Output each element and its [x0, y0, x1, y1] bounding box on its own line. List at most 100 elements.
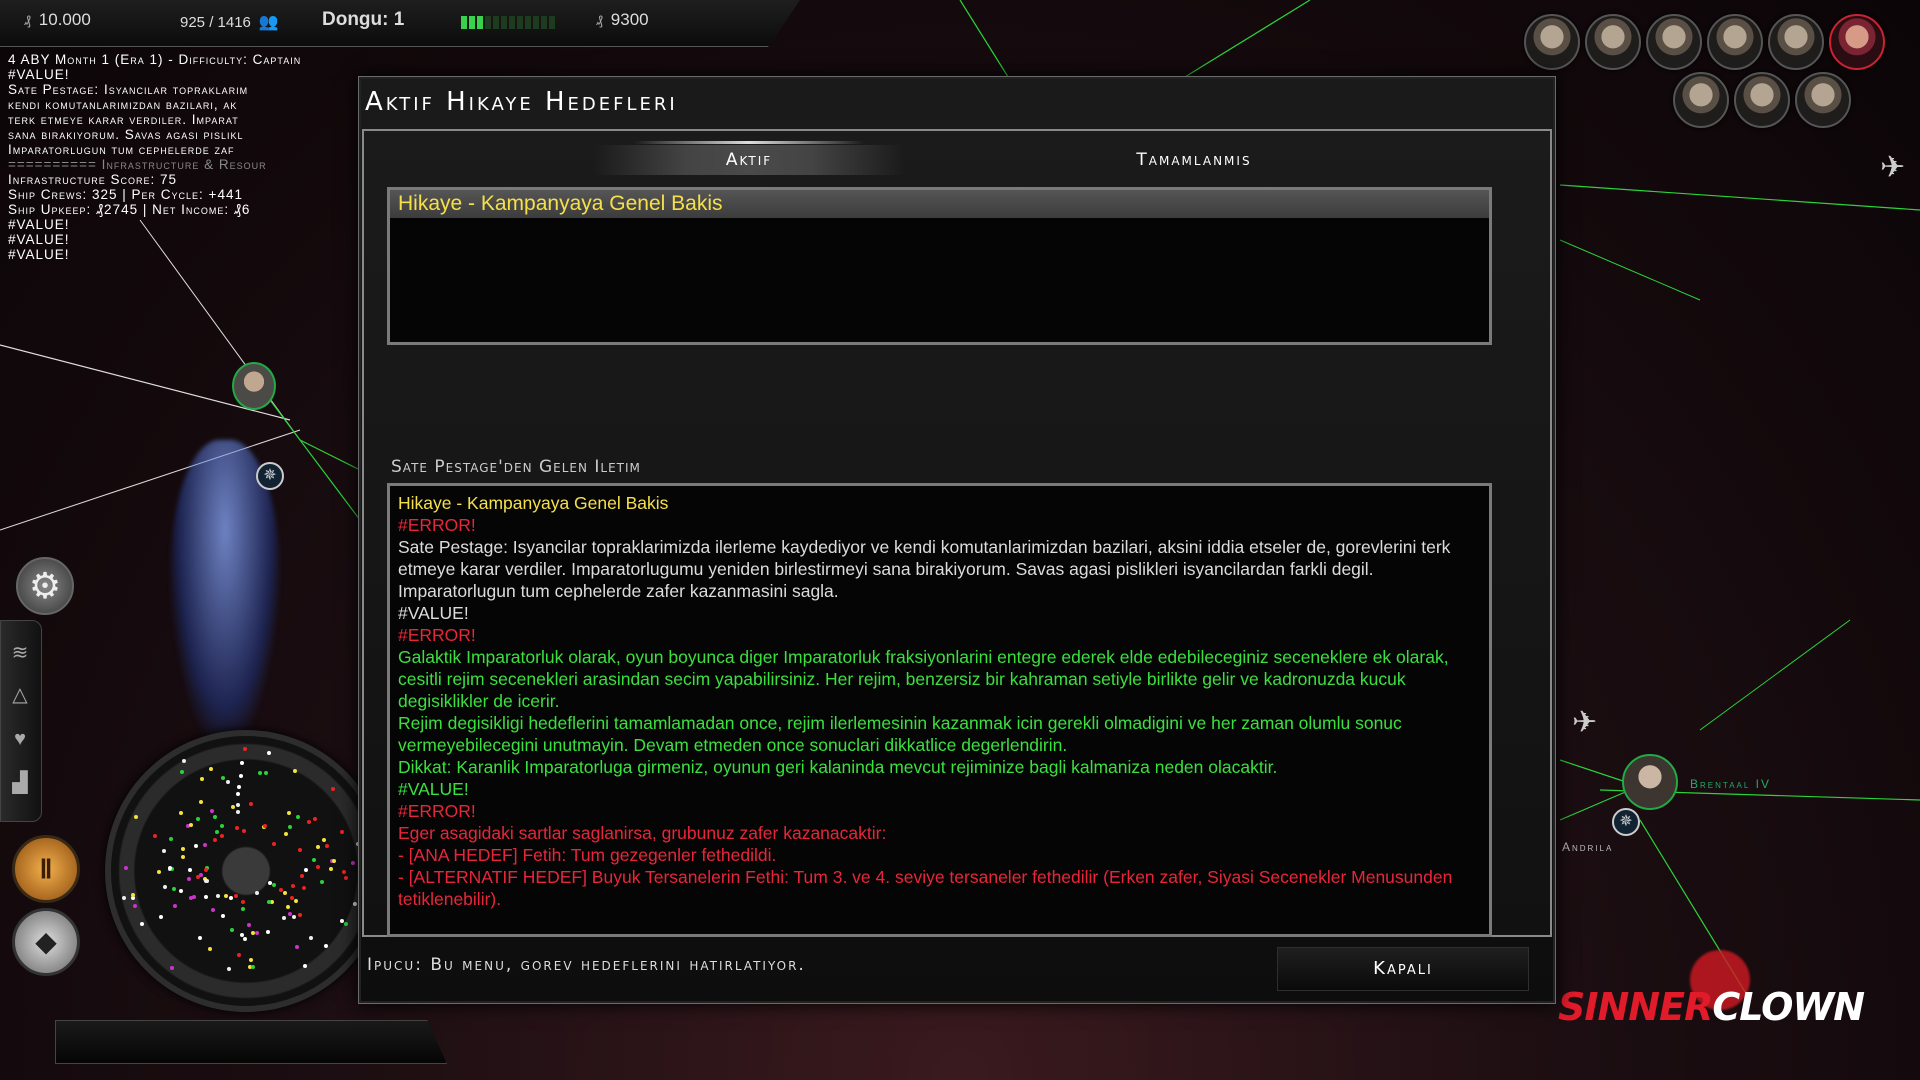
layers-icon[interactable]: ≋	[8, 641, 32, 665]
bottom-info-bar	[55, 1020, 447, 1064]
message-line: #ERROR!	[398, 515, 476, 535]
triangle-icon[interactable]: △	[8, 683, 32, 707]
message-line: #VALUE!	[398, 779, 469, 799]
minimap-planet-dot	[330, 786, 335, 791]
minimap-planet-dot	[181, 847, 186, 852]
minimap-planet-dot	[309, 936, 314, 941]
settings-gear-icon[interactable]: ⚙	[16, 557, 74, 615]
planet-label-andrila[interactable]: Andrila	[1562, 840, 1613, 854]
minimap-planet-dot	[300, 874, 305, 879]
objectives-list: Hikaye - Kampanyaya Genel Bakis	[387, 187, 1492, 345]
minimap-planet-dot	[235, 803, 240, 808]
fleet-ship-icon[interactable]: ✈	[1572, 705, 1597, 740]
minimap-planet-dot	[205, 878, 210, 883]
minimap-planet-dot	[188, 822, 193, 827]
hero-portrait[interactable]	[1673, 72, 1729, 128]
minimap-planet-dot	[203, 895, 208, 900]
tab-active[interactable]: Aktif	[594, 141, 904, 175]
minimap-planet-dot	[236, 784, 241, 789]
minimap-planet-dot	[323, 944, 328, 949]
minimap-planet-dot	[293, 768, 298, 773]
minimap-planet-dot	[282, 890, 287, 895]
minimap-planet-dot	[298, 912, 303, 917]
faction-emblem-button[interactable]: Ⅱ	[12, 835, 80, 903]
minimap-planet-dot	[220, 914, 225, 919]
fleet-ship-icon[interactable]: ✈	[1880, 150, 1905, 185]
message-line: Galaktik Imparatorluk olarak, oyun boyun…	[398, 647, 1449, 711]
minimap-planet-dot	[207, 947, 212, 952]
minimap-planet-dot	[180, 854, 185, 859]
minimap-planet-dot	[199, 800, 204, 805]
minimap-planet-dot	[322, 837, 327, 842]
minimap-planet-dot	[286, 904, 291, 909]
minimap-planet-dot	[249, 802, 254, 807]
minimap-planet-dot	[344, 875, 349, 880]
minimap-planet-dot	[255, 891, 260, 896]
production-segment	[509, 16, 515, 29]
minimap-planet-dot	[248, 958, 253, 963]
minimap-planet-dot	[187, 876, 192, 881]
minimap-planet-dot	[169, 965, 174, 970]
minimap-planet-dot	[328, 867, 333, 872]
log-line: Infrastructure Score: 75	[8, 172, 178, 187]
minimap-planet-dot	[287, 824, 292, 829]
imperial-emblem-icon[interactable]: ✵	[256, 462, 284, 490]
commander-icon[interactable]	[232, 362, 276, 410]
hero-portrait[interactable]	[1707, 14, 1763, 70]
minimap-planet-dot	[221, 776, 226, 781]
minimap-planet-dot	[298, 848, 303, 853]
stats-icon[interactable]: ▟	[8, 771, 32, 795]
tab-completed[interactable]: Tamamlanmis	[1004, 145, 1384, 175]
minimap-planet-dot	[267, 899, 272, 904]
build-menu-button[interactable]: ◆	[12, 908, 80, 976]
hero-portraits	[1520, 14, 1885, 129]
objective-item[interactable]: Hikaye - Kampanyaya Genel Bakis	[390, 190, 1489, 218]
income-display: ₰ 9300	[596, 10, 649, 30]
minimap-planet-dot	[178, 811, 183, 816]
minimap-planet-dot	[189, 896, 194, 901]
message-line: Dikkat: Karanlik Imparatorluga girmeniz,…	[398, 757, 1278, 777]
log-line: sana birakiyorum. Savas agasi pislikl	[8, 127, 244, 142]
minimap-planet-dot	[131, 892, 136, 897]
planet-label-brentaal[interactable]: Brentaal IV	[1690, 777, 1771, 791]
minimap-planet-dot	[283, 831, 288, 836]
dialog-body: Aktif Tamamlanmis Hikaye - Kampanyaya Ge…	[362, 129, 1552, 937]
log-line: Imparatorlugun tum cephelerde zaf	[8, 142, 235, 157]
watermark-logo: SINNERCLOWN	[1558, 985, 1865, 1029]
minimap-planet-dot	[306, 820, 311, 825]
minimap-planet-dot	[319, 879, 324, 884]
story-objectives-dialog: Aktif Hikaye Hedefleri Aktif Tamamlanmis…	[358, 76, 1556, 1004]
credits-value: 10.000	[38, 10, 91, 29]
hero-portrait[interactable]	[1734, 72, 1790, 128]
hero-portrait-selected[interactable]	[1829, 14, 1885, 70]
production-segment	[493, 16, 499, 29]
planet-governor-portrait[interactable]	[1622, 754, 1678, 810]
minimap-planet-dot	[303, 963, 308, 968]
minimap-planet-dot	[287, 810, 292, 815]
population-icon: 👥	[258, 14, 279, 31]
log-line: #VALUE!	[8, 67, 70, 82]
minimap-planet-dot	[235, 809, 240, 814]
minimap-planet-dot	[210, 908, 215, 913]
hero-portrait[interactable]	[1585, 14, 1641, 70]
hero-portrait[interactable]	[1795, 72, 1851, 128]
log-line: Ship Upkeep: ₰2745 | Net Income: ₰6	[8, 202, 251, 217]
imperial-emblem-icon[interactable]: ✵	[1612, 808, 1640, 836]
event-log: 4 ABY Month 1 (Era 1) - Difficulty: Capt…	[8, 52, 358, 262]
minimap-planet-dot	[215, 829, 220, 834]
hero-portrait[interactable]	[1646, 14, 1702, 70]
heart-icon[interactable]: ♥	[8, 727, 32, 751]
minimap-planet-dot	[312, 817, 317, 822]
production-segment	[501, 16, 507, 29]
hero-portrait[interactable]	[1524, 14, 1580, 70]
minimap-planet-dot	[213, 815, 218, 819]
minimap-planet-dot	[238, 774, 243, 779]
hero-portrait[interactable]	[1768, 14, 1824, 70]
left-tool-rail: ≋ △ ♥ ▟	[0, 620, 42, 822]
production-segment	[549, 16, 555, 29]
message-line: #ERROR!	[398, 625, 476, 645]
close-button[interactable]: Kapali	[1277, 947, 1529, 991]
minimap-planet-dot	[199, 776, 204, 781]
minimap-planet-dot	[203, 843, 208, 848]
galaxy-minimap[interactable]	[105, 730, 387, 1012]
